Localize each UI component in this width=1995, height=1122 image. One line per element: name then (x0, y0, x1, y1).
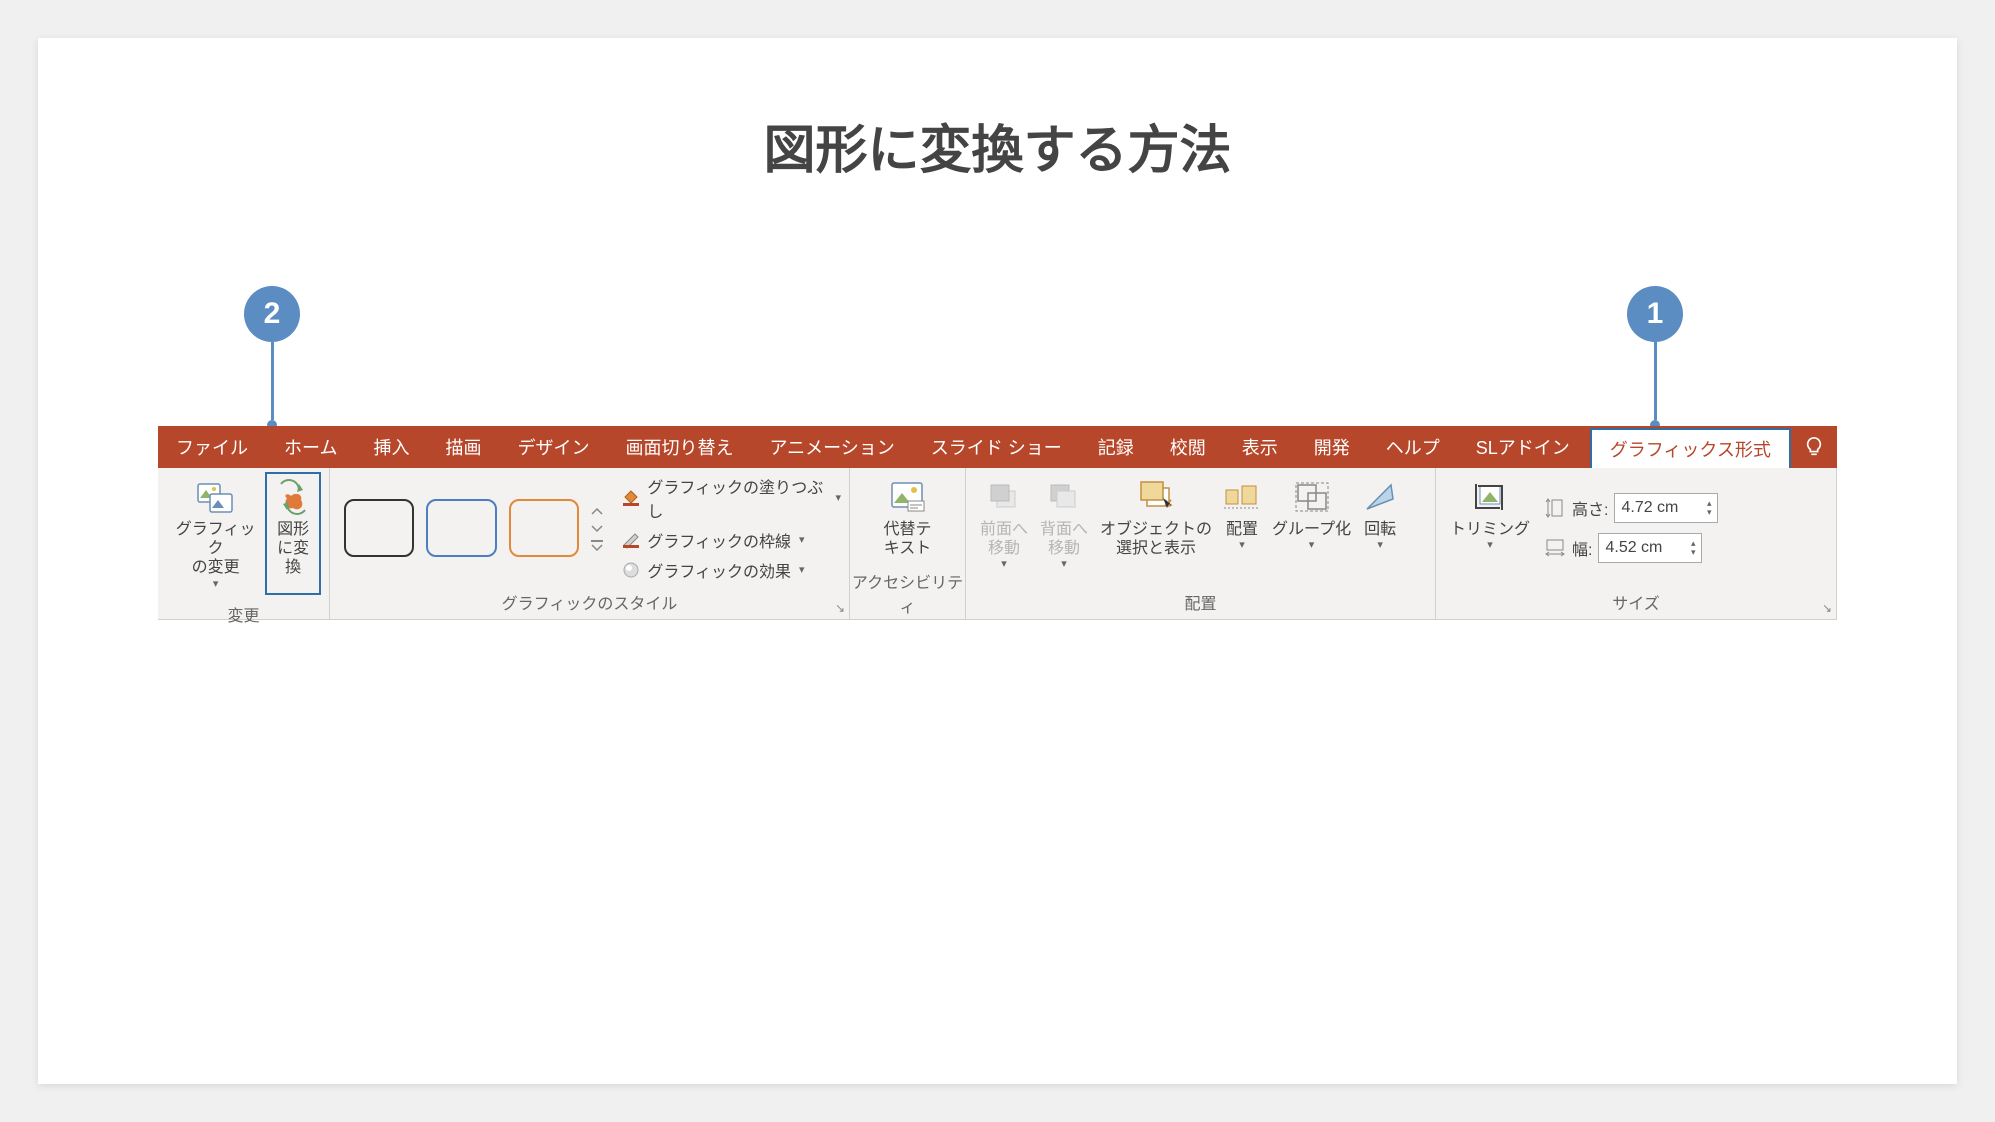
style-preset-1[interactable] (344, 499, 414, 557)
alt-text-icon (888, 476, 926, 518)
dialog-launcher-icon[interactable]: ↘ (1822, 601, 1832, 615)
group-label-change: 変更 (158, 599, 329, 631)
tab-help[interactable]: ヘルプ (1368, 426, 1458, 468)
group-icon (1294, 476, 1330, 518)
tab-developer[interactable]: 開発 (1296, 426, 1368, 468)
chevron-down-icon: ▾ (1061, 558, 1067, 571)
alt-text-button[interactable]: 代替テ キスト (877, 472, 937, 562)
width-label: 幅: (1572, 536, 1592, 560)
align-icon (1224, 476, 1260, 518)
tab-review[interactable]: 校閲 (1152, 426, 1224, 468)
slide: 図形に変換する方法 2 1 ファイル ホーム 挿入 描画 デザイン 画面切り替え… (38, 38, 1957, 1084)
group-styles: グラフィックの塗りつぶし▾ グラフィックの枠線▾ グラフィックの効果▾ グラ (330, 468, 850, 619)
tab-slideshow[interactable]: スライド ショー (913, 426, 1080, 468)
tab-record[interactable]: 記録 (1080, 426, 1152, 468)
callout-1: 1 (1627, 286, 1683, 430)
callout-badge-1: 1 (1627, 286, 1683, 342)
tab-home[interactable]: ホーム (266, 426, 355, 468)
callout-2: 2 (244, 286, 300, 430)
outline-icon (621, 531, 641, 549)
selection-pane-button[interactable]: オブジェクトの 選択と表示 (1094, 472, 1218, 583)
height-input[interactable]: 4.72 cm ▴▾ (1614, 493, 1718, 523)
height-label: 高さ: (1572, 496, 1608, 520)
change-graphic-icon (196, 476, 236, 518)
tab-design[interactable]: デザイン (499, 426, 607, 468)
spinner-icon[interactable]: ▴▾ (1707, 499, 1712, 517)
crop-icon (1472, 476, 1508, 518)
chevron-down-icon: ▾ (799, 533, 805, 546)
chevron-down-icon: ▾ (1239, 539, 1245, 552)
group-label-size: サイズ ↘ (1436, 587, 1836, 619)
effects-icon (621, 561, 641, 579)
selection-pane-icon (1137, 476, 1175, 518)
align-button[interactable]: 配置 ▾ (1218, 472, 1266, 583)
tab-graphics-format[interactable]: グラフィックス形式 (1590, 428, 1791, 468)
send-backward-icon (1047, 476, 1081, 518)
tab-animations[interactable]: アニメーション (751, 426, 912, 468)
send-backward-button[interactable]: 背面へ 移動 ▾ (1034, 472, 1094, 583)
convert-to-shape-button[interactable]: 図形 に変換 (265, 472, 321, 595)
group-accessibility: 代替テ キスト アクセシビリティ (850, 468, 966, 619)
group-arrange: 前面へ 移動 ▾ 背面へ 移動 ▾ オブジェクトの 選択と表示 配置 (966, 468, 1436, 619)
style-gallery-scroll[interactable] (589, 505, 605, 551)
ribbon-commands: グラフィック の変更 ▾ 図形 に変換 変更 (158, 468, 1837, 620)
width-input[interactable]: 4.52 cm ▴▾ (1598, 533, 1702, 563)
graphic-effects-button[interactable]: グラフィックの効果▾ (621, 558, 841, 582)
group-label-arrange: 配置 (966, 587, 1435, 619)
ribbon: ファイル ホーム 挿入 描画 デザイン 画面切り替え アニメーション スライド … (158, 426, 1837, 620)
group-change: グラフィック の変更 ▾ 図形 に変換 変更 (158, 468, 330, 619)
tab-view[interactable]: 表示 (1224, 426, 1296, 468)
change-graphic-button[interactable]: グラフィック の変更 ▾ (166, 472, 265, 595)
ribbon-tabs: ファイル ホーム 挿入 描画 デザイン 画面切り替え アニメーション スライド … (158, 426, 1837, 468)
spinner-icon[interactable]: ▴▾ (1691, 539, 1696, 557)
chevron-down-icon: ▾ (1487, 539, 1493, 552)
tab-transitions[interactable]: 画面切り替え (607, 426, 751, 468)
rotate-icon (1363, 476, 1397, 518)
group-label-styles: グラフィックのスタイル ↘ (330, 587, 849, 619)
bring-forward-icon (987, 476, 1021, 518)
rotate-button[interactable]: 回転 ▾ (1357, 472, 1403, 583)
tab-draw[interactable]: 描画 (427, 426, 499, 468)
height-icon (1544, 497, 1566, 519)
crop-button[interactable]: トリミング ▾ (1444, 472, 1536, 583)
tab-file[interactable]: ファイル (158, 426, 266, 468)
chevron-down-icon: ▾ (1377, 539, 1383, 552)
convert-to-shape-icon (273, 476, 313, 518)
fill-icon (621, 489, 641, 507)
bring-forward-button[interactable]: 前面へ 移動 ▾ (974, 472, 1034, 583)
callout-badge-2: 2 (244, 286, 300, 342)
style-preset-3[interactable] (509, 499, 579, 557)
graphic-outline-button[interactable]: グラフィックの枠線▾ (621, 528, 841, 552)
group-size: トリミング ▾ 高さ: 4.72 cm ▴▾ (1436, 468, 1837, 619)
group-button[interactable]: グループ化 ▾ (1266, 472, 1357, 583)
tab-sladdin[interactable]: SLアドイン (1458, 426, 1588, 468)
dialog-launcher-icon[interactable]: ↘ (835, 601, 845, 615)
chevron-down-icon: ▾ (213, 578, 219, 591)
chevron-down-icon: ▾ (1001, 558, 1007, 571)
chevron-down-icon: ▾ (835, 491, 841, 504)
graphic-fill-button[interactable]: グラフィックの塗りつぶし▾ (621, 474, 841, 522)
group-label-accessibility: アクセシビリティ (850, 566, 965, 622)
chevron-down-icon: ▾ (1309, 539, 1315, 552)
tab-insert[interactable]: 挿入 (355, 426, 427, 468)
width-icon (1544, 537, 1566, 559)
page-title: 図形に変換する方法 (38, 38, 1957, 183)
chevron-down-icon: ▾ (799, 563, 805, 576)
tell-me-icon[interactable] (1793, 426, 1835, 468)
style-preset-2[interactable] (426, 499, 496, 557)
